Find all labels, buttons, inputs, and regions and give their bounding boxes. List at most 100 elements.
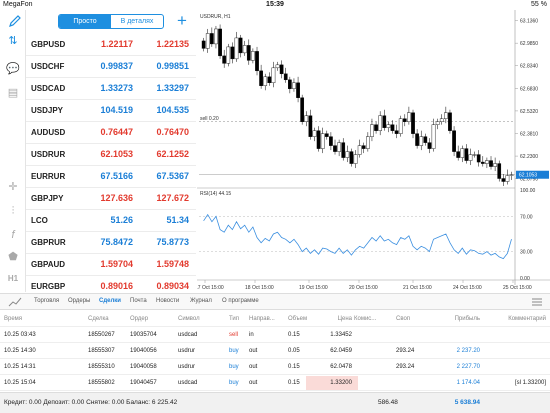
candle: [427, 142, 432, 149]
quote-row[interactable]: GBPJPY 127.636 127.672: [26, 188, 196, 210]
balance-footer: Кредит: 0.00 Депозит: 0.00 Снятие: 0.00 …: [0, 392, 550, 413]
table-cell: [sl 1.33200]: [514, 380, 546, 386]
candle: [353, 154, 358, 164]
tab-mail[interactable]: Почта: [130, 298, 147, 304]
column-header: Цена: [337, 316, 352, 322]
quote-symbol: USDCHF: [31, 62, 65, 71]
quote-ask: 75.8773: [156, 237, 189, 247]
table-cell: out: [249, 380, 258, 386]
app-root: MegaFon 15:39 55 % ⇅ 💬 ▤ ✛ ⫶ f ⬟ H1 Прос…: [0, 0, 550, 413]
news-icon[interactable]: ▤: [5, 86, 21, 100]
table-cell: 2 227.70: [456, 364, 480, 370]
quote-row[interactable]: GBPAUD 1.59704 1.59748: [26, 254, 196, 276]
quote-bid: 0.76447: [100, 127, 133, 137]
rsi-tick-label: 0.00: [520, 276, 530, 282]
add-symbol-button[interactable]: +: [174, 12, 190, 29]
quote-row[interactable]: LCO 51.26 51.34: [26, 210, 196, 232]
quote-row[interactable]: EURRUR 67.5166 67.5367: [26, 166, 196, 188]
timeframe-icon[interactable]: H1: [5, 272, 21, 286]
candle: [485, 160, 489, 164]
rsi-label: RSI(14) 44.15: [200, 191, 231, 197]
crosshair-icon[interactable]: ✛: [5, 180, 21, 194]
menu-icon[interactable]: [530, 297, 544, 307]
price-tick-label: 63.1360: [520, 19, 538, 25]
candle: [415, 133, 419, 146]
quote-row[interactable]: EURGBP 0.89016 0.89034: [26, 276, 196, 292]
table-cell: 19035704: [130, 332, 157, 338]
quote-symbol: EURRUR: [31, 172, 66, 181]
quote-ask: 1.22135: [156, 39, 189, 49]
candle: [296, 82, 300, 98]
quote-symbol: GBPUSD: [31, 40, 66, 49]
candle: [234, 37, 239, 60]
quote-row[interactable]: AUDUSD 0.76447 0.76470: [26, 122, 196, 144]
tab-deals[interactable]: Сделки: [99, 298, 121, 304]
candle: [509, 174, 514, 176]
chart-type-icon[interactable]: ⫶: [5, 204, 21, 218]
quote-ask: 62.1252: [156, 149, 189, 159]
chart-icon[interactable]: [8, 297, 22, 307]
candle: [386, 124, 391, 128]
tab-orders[interactable]: Ордеры: [68, 298, 90, 304]
quote-row[interactable]: USDCAD 1.33273 1.33297: [26, 78, 196, 100]
chart-panel[interactable]: 63.1360 62.9850 62.8340 62.6830 62.5320 62.38…: [197, 10, 550, 292]
quote-row[interactable]: GBPUSD 1.22117 1.22135: [26, 34, 196, 56]
tab-simple[interactable]: Просто: [59, 15, 111, 28]
column-header: Комис...: [354, 316, 377, 322]
quotes-toolbar: Просто В деталях +: [0, 10, 196, 32]
tab-news[interactable]: Новости: [156, 298, 179, 304]
table-cell: 0.15: [288, 332, 300, 338]
candle: [439, 118, 444, 122]
tab-about[interactable]: О программе: [222, 298, 259, 304]
candle: [320, 133, 325, 149]
swap-total: 586.48: [378, 399, 398, 406]
candle: [431, 124, 436, 149]
quotes-icon[interactable]: ⇅: [5, 34, 21, 48]
deal-row[interactable]: 10.25 15:04 18555802 19040457 usdcad buy out 0…: [0, 375, 550, 391]
candle: [333, 145, 337, 152]
deal-row[interactable]: 10.25 14:30 18555307 19040056 usdrur buy out 0…: [0, 343, 550, 359]
chat-icon[interactable]: 💬: [5, 62, 21, 76]
edit-icon[interactable]: [8, 14, 22, 28]
price-chart[interactable]: 63.1360 62.9850 62.8340 62.6830 62.5320 62.38…: [197, 10, 550, 292]
tab-detailed[interactable]: В деталях: [111, 15, 163, 28]
objects-icon[interactable]: ⬟: [5, 250, 21, 264]
battery-label: 55 %: [531, 1, 547, 8]
candle: [238, 37, 243, 54]
quote-row[interactable]: GBPRUR 75.8472 75.8773: [26, 232, 196, 254]
price-tick-label: 62.8340: [520, 64, 538, 70]
indicators-icon[interactable]: f: [5, 228, 21, 242]
candle: [366, 136, 370, 149]
candle: [275, 64, 280, 69]
left-rail: ⇅ 💬 ▤ ✛ ⫶ f ⬟ H1: [0, 10, 26, 292]
table-cell: in: [249, 332, 254, 338]
table-cell: 293.24: [396, 348, 415, 354]
deal-row[interactable]: 10.25 14:31 18555310 19040058 usdrur buy out 0…: [0, 359, 550, 375]
quote-bid: 1.22117: [100, 39, 133, 49]
table-cell: buy: [229, 380, 239, 386]
quote-row[interactable]: USDCHF 0.99837 0.99851: [26, 56, 196, 78]
tab-journal[interactable]: Журнал: [190, 298, 212, 304]
quote-row[interactable]: USDRUR 62.1053 62.1252: [26, 144, 196, 166]
candle: [214, 28, 218, 45]
quote-ask: 1.59748: [156, 259, 189, 269]
candle: [316, 130, 321, 149]
deal-row[interactable]: 10.25 03:43 18550267 19035704 usdcad sell in 0…: [0, 327, 550, 343]
quote-bid: 62.1053: [100, 149, 133, 159]
quote-bid: 1.33273: [100, 83, 133, 93]
balance-summary: Кредит: 0.00 Депозит: 0.00 Снятие: 0.00 …: [4, 399, 178, 406]
table-cell: 18555802: [88, 380, 115, 386]
candle: [493, 163, 497, 167]
table-cell: usdrur: [178, 348, 196, 354]
table-cell: 10.25 03:43: [4, 332, 36, 338]
candle: [288, 79, 292, 89]
view-mode-segmented: Просто В деталях: [58, 14, 164, 29]
candle: [267, 76, 272, 83]
tab-trade[interactable]: Торговля: [34, 298, 59, 304]
candle: [226, 46, 231, 64]
quote-ask: 0.76470: [156, 127, 189, 137]
candle: [349, 151, 354, 164]
quote-row[interactable]: USDJPY 104.519 104.535: [26, 100, 196, 122]
candle: [398, 118, 403, 134]
quote-symbol: USDRUR: [31, 150, 66, 159]
